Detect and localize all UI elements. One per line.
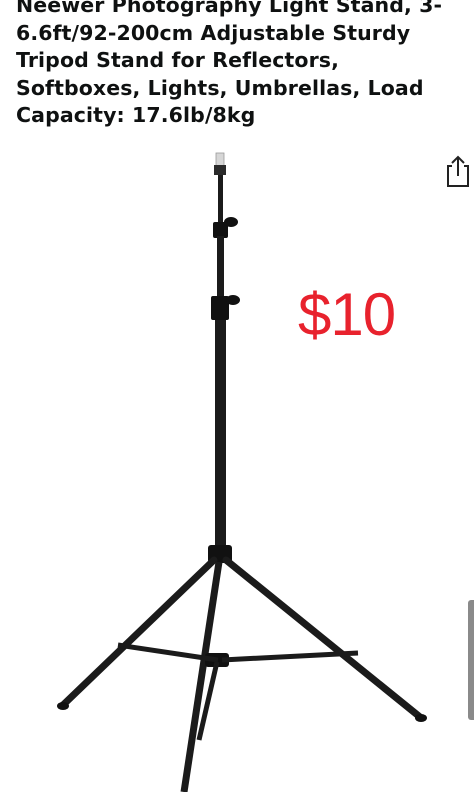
scrollbar[interactable] [468,600,474,720]
light-stand-image [57,152,427,792]
price-overlay: $10 [298,281,396,348]
product-title: Neewer Photography Light Stand, 3-6.6ft/… [16,0,443,127]
light-stand-tripod-icon [57,152,427,792]
product-page: Neewer Photography Light Stand, 3-6.6ft/… [0,0,474,792]
